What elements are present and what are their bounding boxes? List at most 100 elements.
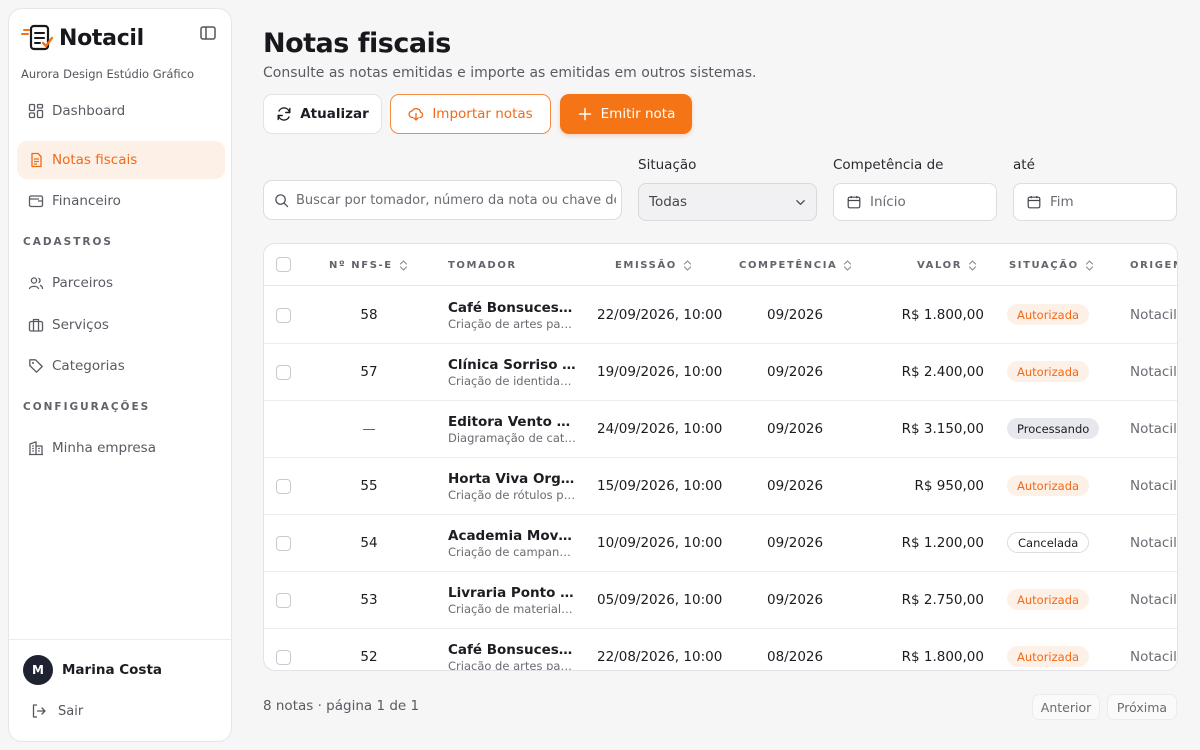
sidebar-item-minha-empresa[interactable]: Minha empresa <box>17 429 225 467</box>
column-label: Nº NFS-E <box>329 259 393 271</box>
tomador-description: Criação de rótulos para produtos <box>448 488 576 502</box>
app-name: Notacil <box>59 25 144 51</box>
column-header-numero[interactable]: Nº NFS-E <box>329 244 408 286</box>
table-row[interactable]: 53 Livraria Ponto Final Criação de mater… <box>264 572 1177 629</box>
calendar-icon <box>1027 196 1041 209</box>
emissao-date: 24/09/2026, 10:00 <box>597 421 723 437</box>
sidebar-item-label: Categorias <box>52 358 125 374</box>
user-name: Marina Costa <box>62 662 163 678</box>
sidebar-divider <box>9 639 231 640</box>
brand[interactable]: Notacil <box>21 21 144 55</box>
status-badge: Processando <box>1007 418 1100 439</box>
sidebar-item-financeiro[interactable]: Financeiro <box>17 182 225 220</box>
import-button[interactable]: Importar notas <box>390 94 551 134</box>
competencia-label: Competência de <box>833 157 944 173</box>
select-all-checkbox[interactable] <box>276 257 291 272</box>
dashboard-icon <box>28 103 44 119</box>
column-header-valor[interactable]: VALOR <box>917 244 977 286</box>
sidebar-item-categorias[interactable]: Categorias <box>17 347 225 385</box>
sidebar-item-label: Minha empresa <box>52 440 156 456</box>
tomador-cell: Editora Vento Norte Diagramação de catál… <box>448 414 578 445</box>
row-checkbox[interactable] <box>276 650 291 665</box>
status-badge: Autorizada <box>1007 304 1090 325</box>
row-checkbox[interactable] <box>276 479 291 494</box>
situacao-select[interactable]: Todas <box>638 183 817 221</box>
sidebar-item-servicos[interactable]: Serviços <box>17 306 225 344</box>
table-row[interactable]: 52 Café Bonsucesso Ltda Criação de artes… <box>264 629 1177 670</box>
tomador-cell: Café Bonsucesso Ltda Criação de artes pa… <box>448 300 578 331</box>
calendar-icon <box>847 196 861 209</box>
nfse-number: 53 <box>360 592 378 608</box>
sidebar-item-dashboard[interactable]: Dashboard <box>17 92 225 130</box>
emissao-date: 05/09/2026, 10:00 <box>597 592 723 608</box>
table-row[interactable]: 54 Academia Movimento Criação de campanh… <box>264 515 1177 572</box>
sidebar-item-parceiros[interactable]: Parceiros <box>17 264 225 302</box>
origem-value: Notacil <box>1130 535 1177 551</box>
tomador-name: Editora Vento Norte <box>448 414 576 430</box>
table-row[interactable]: 58 Café Bonsucesso Ltda Criação de artes… <box>264 287 1177 344</box>
row-checkbox[interactable] <box>276 536 291 551</box>
situacao-value: Todas <box>649 194 688 210</box>
table-row[interactable]: 55 Horta Viva Orgânicos Criação de rótul… <box>264 458 1177 515</box>
table-row[interactable]: 57 Clínica Sorriso Pleno Criação de iden… <box>264 344 1177 401</box>
nfse-number: — <box>362 421 376 437</box>
column-header-competencia[interactable]: COMPETÊNCIA <box>739 244 852 286</box>
sidebar-item-label: Serviços <box>52 317 109 333</box>
row-checkbox[interactable] <box>276 365 291 380</box>
wallet-icon <box>28 195 44 208</box>
search-field[interactable] <box>263 180 622 220</box>
pagination-summary: 8 notas · página 1 de 1 <box>263 698 420 714</box>
sidebar-item-notas-fiscais[interactable]: Notas fiscais <box>17 141 225 179</box>
valor-amount: R$ 1.200,00 <box>901 535 984 551</box>
refresh-button[interactable]: Atualizar <box>263 94 382 134</box>
valor-amount: R$ 1.800,00 <box>901 649 984 665</box>
tomador-name: Horta Viva Orgânicos <box>448 471 576 487</box>
emit-button[interactable]: Emitir nota <box>560 94 692 134</box>
column-header-origem: ORIGEM <box>1130 244 1177 286</box>
chevron-down-icon <box>796 200 805 205</box>
tomador-name: Café Bonsucesso Ltda <box>448 300 576 316</box>
row-checkbox[interactable] <box>276 593 291 608</box>
competencia-value: 09/2026 <box>767 307 824 323</box>
column-label: VALOR <box>917 259 963 271</box>
emit-label: Emitir nota <box>600 106 676 122</box>
sort-icon <box>683 259 691 271</box>
competencia-start-field[interactable]: Início <box>833 183 997 221</box>
cloud-download-icon <box>408 108 424 121</box>
competencia-start-placeholder: Início <box>870 194 906 210</box>
row-checkbox[interactable] <box>276 308 291 323</box>
sidebar-item-label: Parceiros <box>52 275 114 291</box>
avatar: M <box>23 655 53 685</box>
logout-button[interactable]: Sair <box>31 703 83 719</box>
column-label: TOMADOR <box>448 259 517 271</box>
origem-value: Notacil <box>1130 478 1177 494</box>
competencia-value: 09/2026 <box>767 364 824 380</box>
logout-icon <box>32 704 46 718</box>
competencia-value: 08/2026 <box>767 649 824 665</box>
origem-value: Notacil <box>1130 649 1177 665</box>
document-icon <box>31 152 42 168</box>
column-label: EMISSÃO <box>615 259 677 271</box>
origem-value: Notacil <box>1130 592 1177 608</box>
competencia-value: 09/2026 <box>767 478 824 494</box>
previous-page-button[interactable]: Anterior <box>1032 694 1100 720</box>
competencia-end-field[interactable]: Fim <box>1013 183 1177 221</box>
origem-value: Notacil <box>1130 364 1177 380</box>
sidebar-item-label: Dashboard <box>52 103 126 119</box>
section-cadastros: CADASTROS <box>23 236 113 248</box>
table-row[interactable]: — Editora Vento Norte Diagramação de cat… <box>264 401 1177 458</box>
column-header-situacao[interactable]: SITUAÇÃO <box>1009 244 1094 286</box>
tag-icon <box>29 359 43 373</box>
briefcase-icon <box>28 318 44 332</box>
notacil-logo-icon <box>21 24 54 51</box>
user-profile[interactable]: M Marina Costa <box>23 655 162 685</box>
status-badge: Autorizada <box>1007 646 1090 667</box>
next-page-button[interactable]: Próxima <box>1107 694 1177 720</box>
search-icon <box>275 193 289 207</box>
status-badge: Cancelada <box>1007 532 1090 553</box>
sidebar-toggle-icon[interactable] <box>199 24 217 42</box>
search-input[interactable] <box>296 192 616 208</box>
column-header-emissao[interactable]: EMISSÃO <box>615 244 692 286</box>
tomador-cell: Academia Movimento Criação de campanha d… <box>448 528 578 559</box>
tomador-description: Criação de identidade visual <box>448 374 576 388</box>
